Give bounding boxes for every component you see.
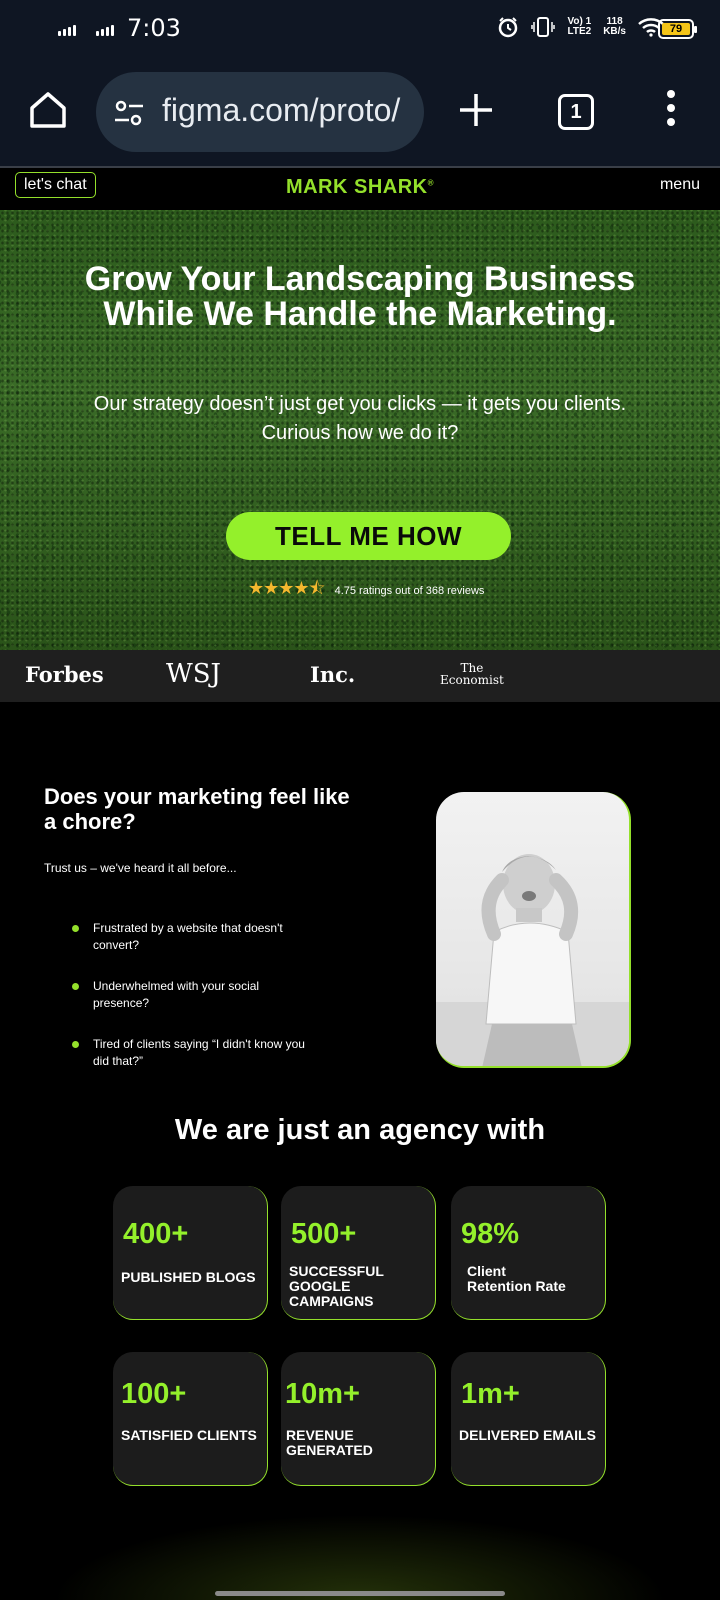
hero-subtitle: Our strategy doesn’t just get you clicks… [80,390,640,448]
rating-row: ★★★★⯪ 4.75 ratings out of 368 reviews [248,576,484,606]
stat-card: 100+ SATISFIED CLIENTS [113,1352,268,1486]
alarm-icon [499,17,518,38]
stat-label: Client Retention Rate [467,1263,566,1294]
gesture-home-bar[interactable] [215,1591,505,1596]
tell-me-how-button[interactable]: TELL ME HOW [226,512,511,560]
inc-logo: Inc. [310,662,356,687]
stat-card: 400+ PUBLISHED BLOGS [113,1186,268,1320]
stat-label: PUBLISHED BLOGS [121,1269,256,1285]
status-icons: Vo) 1 LTE2 118 KB/s [497,16,664,38]
stat-number: 100+ [121,1378,187,1410]
bottom-glow [0,1500,720,1600]
battery-level: 79 [662,23,690,35]
brand-registered-mark: ® [427,178,435,188]
stat-number: 1m+ [461,1378,520,1410]
site-settings-icon[interactable] [112,96,146,130]
hero-subtitle-line-1: Our strategy doesn’t just get you clicks… [93,393,627,415]
economist-logo: The Economist [440,661,504,687]
stat-number: 500+ [291,1218,357,1250]
list-item: Frustrated by a website that doesn't con… [72,920,312,954]
rating-text: 4.75 ratings out of 368 reviews [334,585,485,597]
frustrated-child-photo [436,792,631,1068]
new-tab-icon[interactable] [456,90,496,130]
press-logos-strip: Forbes WSJ Inc. The Economist [0,650,720,702]
hero-section: Grow Your Landscaping Business While We … [0,210,720,650]
vibrate-icon [531,17,556,37]
stat-label: SUCCESSFUL GOOGLE CAMPAIGNS [289,1263,384,1309]
speed-label: 118 KB/s [603,16,626,37]
battery-icon: 79 [658,19,697,39]
brand-name: MARK SHARK [285,176,428,198]
hero-subtitle-line-2: Curious how we do it? [261,422,459,444]
list-item: Tired of clients saying “I didn't know y… [72,1036,312,1070]
menu-button[interactable]: menu [660,176,700,194]
stat-number: 400+ [123,1218,189,1250]
browser-toolbar: figma.com/proto/ 1 [0,58,720,168]
signal-icon-2 [96,22,114,36]
stat-card: 98% Client Retention Rate [451,1186,606,1320]
stat-label: SATISFIED CLIENTS [121,1427,257,1443]
stat-card: 1m+ DELIVERED EMAILS [451,1352,606,1486]
stat-number: 98% [461,1218,520,1250]
home-icon[interactable] [26,88,70,132]
pain-points-list: Frustrated by a website that doesn't con… [72,920,312,1094]
stat-card: 10m+ REVENUE GENERATED [281,1352,436,1486]
brand-logo[interactable]: MARK SHARK® [0,176,720,199]
stat-card: 500+ SUCCESSFUL GOOGLE CAMPAIGNS [281,1186,436,1320]
status-bar: 7:03 Vo) 1 LTE2 118 KB/s 79 [0,0,720,58]
hero-title: Grow Your Landscaping Business While We … [84,260,636,333]
status-time: 7:03 [127,14,181,42]
chore-heading: Does your marketing feel like a chore? [44,784,350,834]
chore-intro: Trust us – we've heard it all before... [44,861,237,875]
list-item: Underwhelmed with your social presence? [72,978,312,1012]
stat-number: 10m+ [285,1378,360,1410]
site-header: let's chat MARK SHARK® menu [0,170,720,210]
child-illustration [436,854,629,1066]
signal-icon [58,22,76,36]
wsj-logo: WSJ [166,659,221,689]
stat-label: REVENUE GENERATED [286,1427,373,1458]
tab-switcher-button[interactable]: 1 [558,94,594,130]
url-text[interactable]: figma.com/proto/ [162,92,412,129]
forbes-logo: Forbes [25,662,104,687]
agency-heading: We are just an agency with [174,1114,546,1146]
stat-label: DELIVERED EMAILS [459,1427,596,1443]
address-bar[interactable]: figma.com/proto/ [96,72,424,152]
more-options-icon[interactable] [664,90,678,130]
rating-stars-icon: ★★★★⯪ [248,578,326,598]
network-label: Vo) 1 LTE2 [567,16,592,37]
